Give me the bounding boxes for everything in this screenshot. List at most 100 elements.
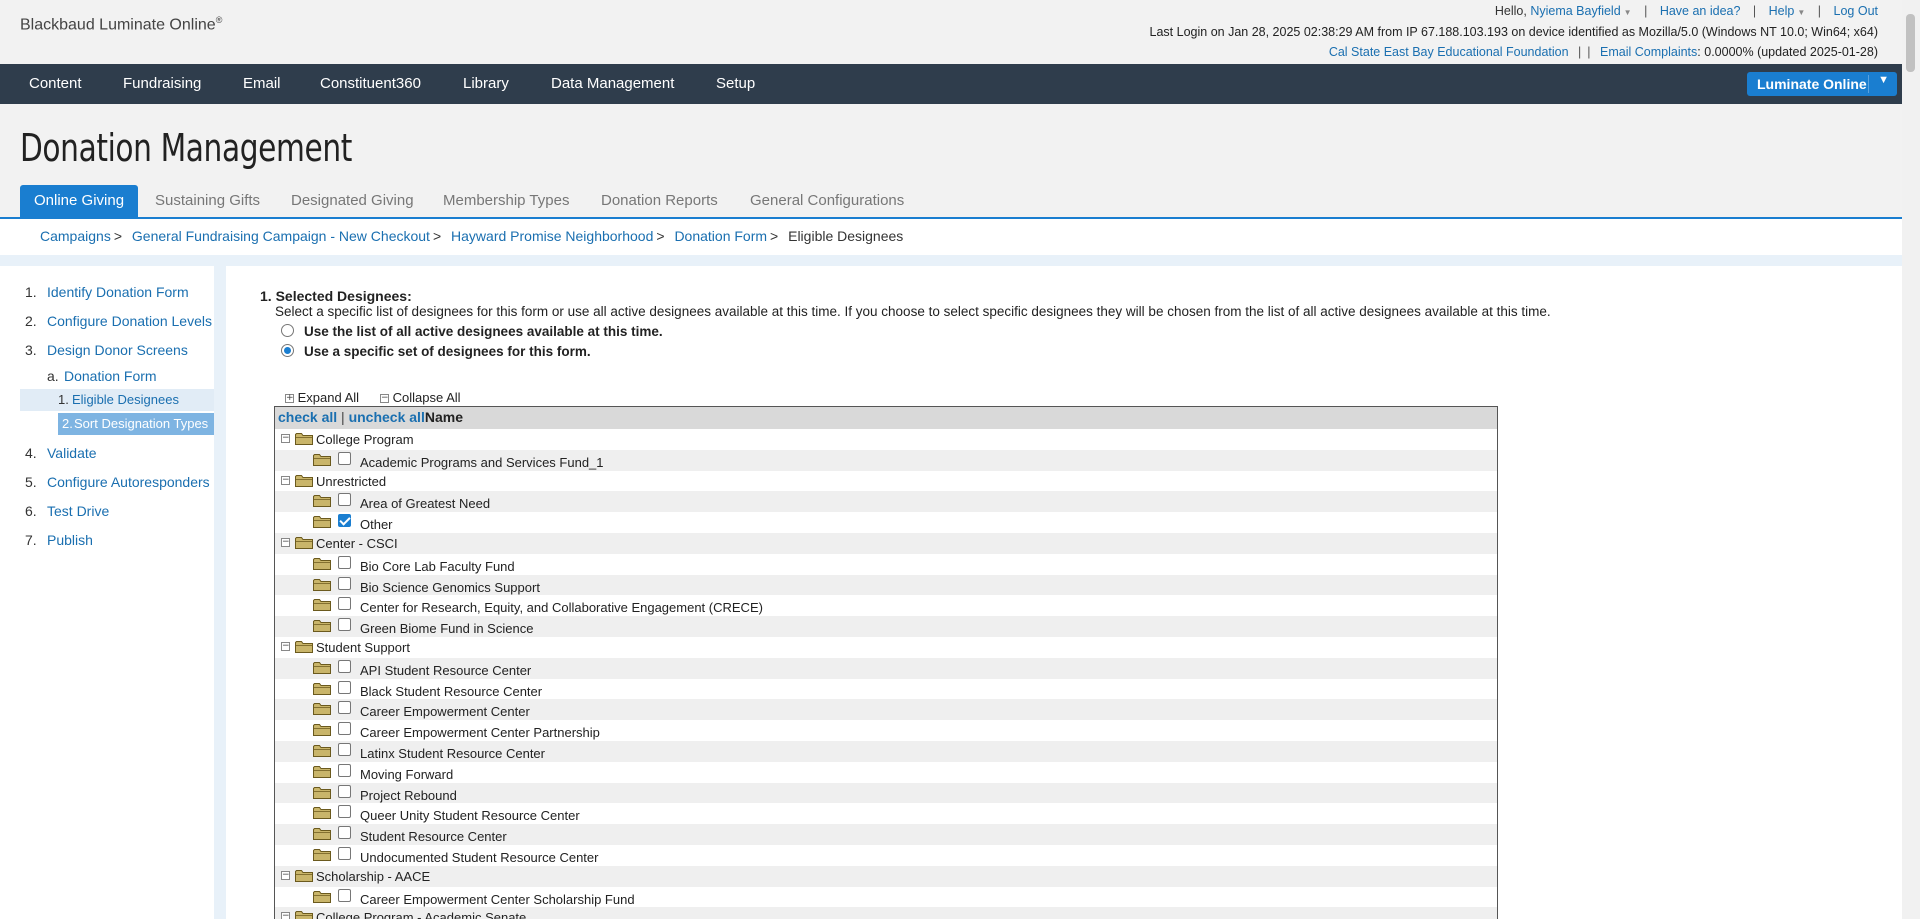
tree-group-row: − College Program bbox=[275, 429, 1497, 450]
folder-icon bbox=[313, 682, 331, 695]
product-switcher-button[interactable]: Luminate Online ▼ bbox=[1747, 72, 1897, 96]
folder-icon bbox=[295, 432, 313, 445]
collapse-toggle-icon[interactable]: − bbox=[281, 537, 290, 547]
designee-label: Academic Programs and Services Fund_1 bbox=[360, 454, 604, 470]
nav-constituent360[interactable]: Constituent360 bbox=[320, 75, 421, 92]
designee-checkbox[interactable] bbox=[338, 680, 351, 694]
collapse-toggle-icon[interactable]: − bbox=[281, 870, 290, 880]
folder-icon bbox=[313, 494, 331, 508]
tree-header: check all | uncheck allName bbox=[275, 407, 1497, 429]
nav-library[interactable]: Library bbox=[463, 75, 509, 92]
nav-setup[interactable]: Setup bbox=[716, 75, 755, 92]
tree-item-row: Project Rebound bbox=[275, 782, 1497, 804]
help-link[interactable]: Help bbox=[1769, 4, 1795, 18]
nav-content[interactable]: Content bbox=[29, 75, 82, 92]
user-links: Hello, Nyiema Bayfield ▼ | Have an idea? … bbox=[1494, 4, 1878, 18]
designee-checkbox[interactable] bbox=[338, 451, 351, 465]
breadcrumb-current: Eligible Designees bbox=[788, 228, 904, 244]
email-complaints-link[interactable]: Email Complaints bbox=[1600, 45, 1697, 59]
tree-item-row: Bio Core Lab Faculty Fund bbox=[275, 554, 1497, 575]
designee-checkbox[interactable] bbox=[338, 701, 351, 715]
designee-checkbox[interactable] bbox=[338, 618, 351, 632]
collapse-toggle-icon[interactable]: − bbox=[281, 641, 290, 651]
org-line: Cal State East Bay Educational Foundatio… bbox=[1328, 45, 1878, 59]
step-design-donor-screens[interactable]: 3. Design Donor Screens bbox=[25, 342, 188, 358]
designee-label: Career Empowerment Center Partnership bbox=[360, 725, 600, 741]
tree-item-row: API Student Resource Center bbox=[275, 657, 1497, 679]
org-link[interactable]: Cal State East Bay Educational Foundatio… bbox=[1329, 45, 1569, 59]
user-name-link[interactable]: Nyiema Bayfield bbox=[1530, 4, 1620, 18]
collapse-all-button[interactable]: − Collapse All bbox=[380, 390, 461, 405]
designee-checkbox[interactable] bbox=[338, 888, 351, 902]
designee-checkbox[interactable] bbox=[338, 493, 351, 507]
tab-membership-types[interactable]: Membership Types bbox=[429, 185, 583, 218]
designee-checkbox[interactable] bbox=[338, 597, 351, 611]
designee-checkbox[interactable] bbox=[338, 576, 351, 590]
step-sort-designation-types[interactable]: 2.Sort Designation Types bbox=[62, 416, 208, 431]
step-configure-donation-levels[interactable]: 2. Configure Donation Levels bbox=[25, 313, 212, 329]
chevron-down-icon: ▼ bbox=[1797, 8, 1806, 17]
page-scrollbar[interactable] bbox=[1902, 0, 1920, 919]
collapse-toggle-icon[interactable]: − bbox=[281, 434, 290, 443]
step-donation-form[interactable]: a. Donation Form bbox=[47, 368, 157, 384]
step-configure-autoresponders[interactable]: 5. Configure Autoresponders bbox=[25, 474, 210, 490]
nav-email[interactable]: Email bbox=[243, 75, 281, 92]
designee-checkbox[interactable] bbox=[338, 742, 351, 756]
tree-item-row: Career Empowerment Center Scholarship Fu… bbox=[275, 887, 1497, 908]
uncheck-all-link[interactable]: uncheck all bbox=[349, 409, 425, 425]
logout-link[interactable]: Log Out bbox=[1834, 4, 1878, 18]
step-validate[interactable]: 4. Validate bbox=[25, 445, 97, 461]
breadcrumb-form-group[interactable]: Hayward Promise Neighborhood bbox=[451, 228, 653, 244]
breadcrumb-campaign[interactable]: General Fundraising Campaign - New Check… bbox=[132, 228, 430, 244]
section-title: 1. Selected Designees: bbox=[260, 288, 412, 304]
step-test-drive[interactable]: 6. Test Drive bbox=[25, 503, 109, 519]
section-description: Select a specific list of designees for … bbox=[275, 304, 1551, 319]
breadcrumb: Campaigns > General Fundraising Campaign … bbox=[0, 219, 1902, 256]
designee-checkbox[interactable] bbox=[338, 784, 351, 798]
designee-checkbox[interactable] bbox=[338, 722, 351, 736]
check-all-link[interactable]: check all bbox=[278, 409, 337, 425]
step-publish[interactable]: 7. Publish bbox=[25, 532, 93, 548]
folder-icon bbox=[295, 640, 313, 653]
tab-online-giving[interactable]: Online Giving bbox=[20, 185, 139, 218]
folder-icon bbox=[313, 578, 331, 591]
designee-label: Career Empowerment Center Scholarship Fu… bbox=[360, 891, 635, 907]
folder-icon bbox=[313, 744, 331, 757]
tab-sustaining-gifts[interactable]: Sustaining Gifts bbox=[141, 185, 274, 218]
breadcrumb-campaigns[interactable]: Campaigns bbox=[40, 228, 111, 244]
scrollbar-thumb[interactable] bbox=[1906, 14, 1915, 72]
radio-all-designees[interactable] bbox=[281, 324, 294, 337]
tab-donation-reports[interactable]: Donation Reports bbox=[587, 185, 732, 218]
tree-item-row: Center for Research, Equity, and Collabo… bbox=[275, 595, 1497, 616]
last-login-text: Last Login on Jan 28, 2025 02:38:29 AM f… bbox=[1149, 25, 1878, 39]
tree-group-row: − College Program - Academic Senate bbox=[275, 907, 1497, 919]
designee-checkbox[interactable] bbox=[338, 846, 351, 860]
designee-checkbox[interactable] bbox=[338, 555, 351, 569]
designee-checkbox[interactable] bbox=[338, 763, 351, 777]
wizard-sidebar bbox=[0, 266, 214, 919]
collapse-toggle-icon[interactable]: − bbox=[281, 912, 290, 919]
folder-icon bbox=[295, 536, 313, 549]
designee-checkbox[interactable] bbox=[338, 805, 351, 819]
step-identify-donation-form[interactable]: 1. Identify Donation Form bbox=[25, 284, 189, 300]
nav-fundraising[interactable]: Fundraising bbox=[123, 75, 201, 92]
folder-icon bbox=[313, 619, 331, 633]
designee-checkbox[interactable] bbox=[338, 659, 351, 673]
nav-data-management[interactable]: Data Management bbox=[551, 75, 674, 92]
tab-general-configurations[interactable]: General Configurations bbox=[736, 185, 918, 218]
breadcrumb-donation-form[interactable]: Donation Form bbox=[674, 228, 767, 244]
tree-group-row: − Center - CSCI bbox=[275, 532, 1497, 554]
radio-specific-designees[interactable] bbox=[281, 344, 294, 357]
designee-label: Project Rebound bbox=[360, 787, 457, 803]
tree-item-row: Area of Greatest Need bbox=[275, 491, 1497, 513]
designee-checkbox[interactable] bbox=[338, 826, 351, 840]
step-eligible-designees[interactable]: 1. Eligible Designees bbox=[58, 392, 179, 407]
group-label: College Program - Academic Senate bbox=[316, 910, 527, 919]
collapse-toggle-icon[interactable]: − bbox=[281, 475, 290, 485]
designee-checkbox[interactable] bbox=[338, 514, 351, 528]
have-idea-link[interactable]: Have an idea? bbox=[1660, 4, 1741, 18]
expand-all-button[interactable]: + Expand All bbox=[285, 390, 359, 405]
tab-designated-giving[interactable]: Designated Giving bbox=[277, 185, 428, 218]
designee-label: Green Biome Fund in Science bbox=[360, 621, 534, 637]
tree-item-row: Academic Programs and Services Fund_1 bbox=[275, 449, 1497, 471]
